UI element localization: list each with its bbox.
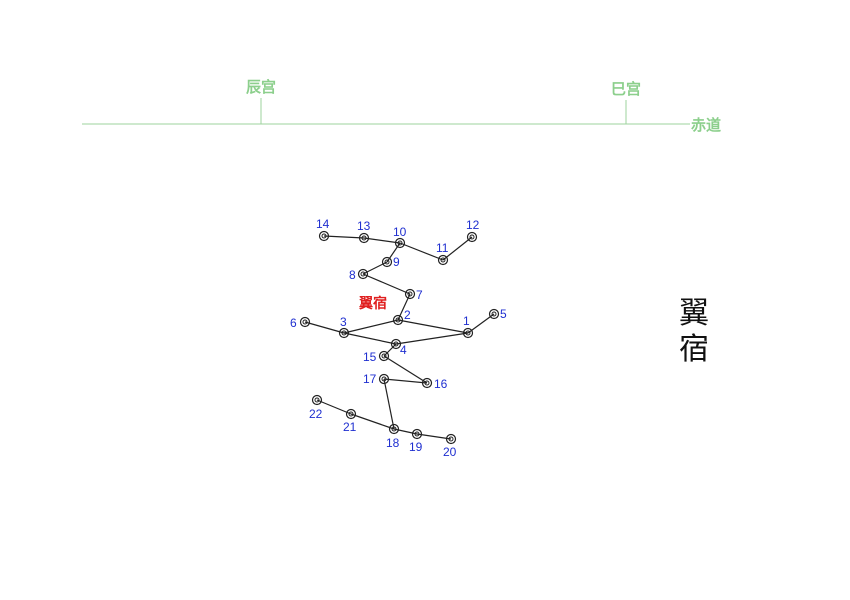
star-number-17: 17	[363, 372, 377, 386]
star-numbers: 1 2 3 4 5 6 7 8 9 10 11 12 13 14 15 16 1…	[290, 217, 507, 459]
star-number-18: 18	[386, 436, 400, 450]
star-number-12: 12	[466, 218, 480, 232]
star-number-4: 4	[400, 343, 407, 357]
star-number-21: 21	[343, 420, 357, 434]
star-number-1: 1	[463, 314, 470, 328]
star-number-20: 20	[443, 445, 457, 459]
palace-label-chen: 辰宫	[246, 78, 276, 96]
asterism-label: 翼宿	[358, 295, 387, 312]
star-number-3: 3	[340, 315, 347, 329]
title-char-2: 宿	[679, 332, 709, 367]
star-number-15: 15	[363, 350, 377, 364]
star-number-14: 14	[316, 217, 330, 231]
star-number-2: 2	[404, 308, 411, 322]
palace-label-si: 巳宫	[611, 80, 641, 98]
star-number-9: 9	[393, 255, 400, 269]
star-number-19: 19	[409, 440, 423, 454]
star-number-5: 5	[500, 307, 507, 321]
star-number-13: 13	[357, 219, 371, 233]
star-number-7: 7	[416, 288, 423, 302]
equator-label: 赤道	[691, 116, 721, 134]
star-number-11: 11	[436, 241, 449, 255]
star-number-6: 6	[290, 316, 297, 330]
title-char-1: 翼	[679, 296, 709, 331]
star-number-16: 16	[434, 377, 448, 391]
vertical-title: 翼 宿	[674, 296, 714, 368]
star-number-8: 8	[349, 268, 356, 282]
star-number-22: 22	[309, 407, 323, 421]
star-number-10: 10	[393, 225, 407, 239]
asterism-diagram: 辰宫 巳宫 赤道 1 2 3 4 5 6 7 8 9 10 11 12 13 1…	[82, 78, 721, 459]
